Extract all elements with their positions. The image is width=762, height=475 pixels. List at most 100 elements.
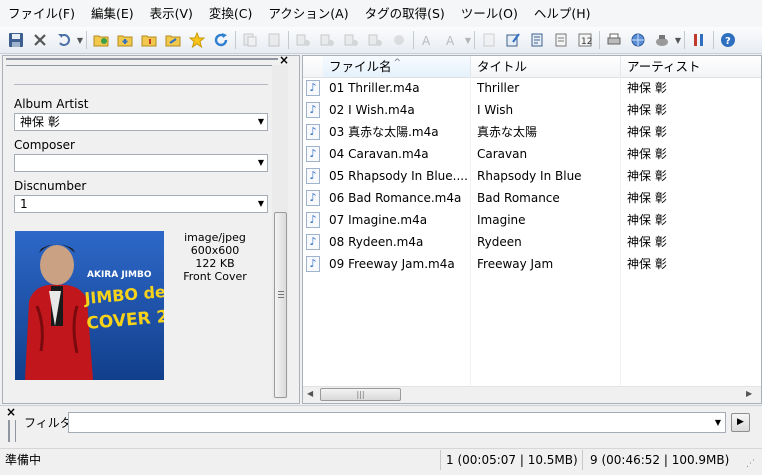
cover-artist-text: AKIRA JIMBO [87, 270, 152, 280]
tag-panel-close-icon[interactable]: × [279, 54, 289, 66]
tag-to-filename-icon[interactable] [293, 30, 313, 50]
chevron-down-icon[interactable]: ▼ [715, 413, 721, 432]
menu-tag-sources[interactable]: タグの取得(S) [357, 0, 453, 27]
table-row[interactable]: ♪ 01 Thriller.m4a Thriller 神保 彰 [303, 77, 755, 99]
settings-icon[interactable] [689, 30, 709, 50]
table-row[interactable]: ♪ 03 真赤な太陽.m4a 真赤な太陽 神保 彰 [303, 121, 755, 143]
delete-icon[interactable] [30, 30, 50, 50]
status-total: 9 (00:46:52 | 100.9MB) [590, 453, 730, 467]
svg-text:?: ? [725, 36, 731, 47]
tag-panel-scroll-thumb[interactable] [274, 212, 287, 398]
filter-apply-button[interactable]: ▶ [731, 413, 750, 432]
filter-close-icon[interactable]: × [6, 406, 16, 418]
column-header-filename[interactable]: ファイル名 ^ [323, 56, 471, 77]
cell-artist: 神保 彰 [627, 257, 667, 271]
cover-dimensions: 600x600 [190, 244, 240, 257]
cover-size: 122 KB [195, 257, 235, 270]
file-list[interactable]: ファイル名 ^ タイトル アーティスト ♪ 01 Thriller.m4a Thril… [302, 55, 762, 404]
filename-to-tag-icon[interactable] [317, 30, 337, 50]
text-format-icon[interactable]: A [442, 30, 462, 50]
export-icon[interactable] [163, 30, 183, 50]
chevron-down-icon[interactable]: ▼ [258, 155, 264, 171]
table-row[interactable]: ♪ 09 Freeway Jam.m4a Freeway Jam 神保 彰 [303, 253, 755, 275]
table-row[interactable]: ♪ 08 Rydeen.m4a Rydeen 神保 彰 [303, 231, 755, 253]
print-icon[interactable] [604, 30, 624, 50]
table-row[interactable]: ♪ 06 Bad Romance.m4a Bad Romance 神保 彰 [303, 187, 755, 209]
scroll-right-icon[interactable]: ▶ [746, 389, 752, 398]
toolbar-separator [235, 31, 236, 49]
help-icon[interactable]: ? [718, 30, 738, 50]
music-file-icon: ♪ [306, 190, 320, 206]
field-label-composer: Composer [14, 138, 75, 152]
cover-info: image/jpeg 600x600 122 KB Front Cover [168, 231, 262, 283]
tag-panel-icon[interactable] [503, 30, 523, 50]
tools-icon[interactable] [652, 30, 672, 50]
menu-view[interactable]: 表示(V) [142, 0, 201, 27]
scroll-left-icon[interactable]: ◀ [307, 389, 313, 398]
cell-artist: 神保 彰 [627, 125, 667, 139]
menu-edit[interactable]: 編集(E) [83, 0, 142, 27]
chevron-down-icon[interactable]: ▼ [258, 114, 264, 130]
filter-grip[interactable] [8, 420, 16, 442]
undo-dropdown-icon[interactable]: ▼ [76, 36, 84, 45]
tag-to-tag-icon[interactable] [389, 30, 409, 50]
discnumber-combo[interactable]: 1 ▼ [14, 195, 268, 213]
cell-title: 真赤な太陽 [477, 125, 538, 139]
tag-panel-grip[interactable] [6, 58, 278, 66]
menu-help[interactable]: ヘルプ(H) [526, 0, 599, 27]
list-header: ファイル名 ^ タイトル アーティスト [303, 56, 761, 78]
column-header-artist-label: アーティスト [627, 59, 701, 74]
add-folder-icon[interactable] [115, 30, 135, 50]
numbering-icon[interactable]: 12 [575, 30, 595, 50]
save-icon[interactable] [6, 30, 26, 50]
composer-combo[interactable]: ▼ [14, 154, 268, 172]
undo-icon[interactable] [54, 30, 74, 50]
menu-file[interactable]: ファイル(F) [0, 0, 83, 27]
web-icon[interactable] [628, 30, 648, 50]
music-file-icon: ♪ [306, 102, 320, 118]
copy-tag-icon[interactable] [240, 30, 260, 50]
horizontal-scroll-thumb[interactable]: ||| [320, 388, 401, 401]
list-rows: ♪ 01 Thriller.m4a Thriller 神保 彰 ♪ 02 I Wish.m… [303, 77, 761, 385]
table-row[interactable]: ♪ 05 Rhapsody In Blue.... Rhapsody In Blue… [303, 165, 755, 187]
field-label-album-artist: Album Artist [14, 97, 89, 111]
menu-convert[interactable]: 変換(C) [201, 0, 260, 27]
playlist-icon[interactable] [139, 30, 159, 50]
music-file-icon: ♪ [306, 234, 320, 250]
case-conversion-icon[interactable]: A [418, 30, 438, 50]
menu-tools[interactable]: ツール(O) [453, 0, 526, 27]
menu-action[interactable]: アクション(A) [260, 0, 356, 27]
column-header-title[interactable]: タイトル [471, 56, 621, 77]
cover-art[interactable]: AKIRA JIMBO JIMBO de COVER 2 [15, 231, 164, 380]
toolbar-separator [86, 31, 87, 49]
favorite-icon[interactable] [187, 30, 207, 50]
column-header-artist[interactable]: アーティスト [621, 56, 761, 77]
filter-input[interactable]: ▼ [68, 412, 726, 433]
toolbar-separator [288, 31, 289, 49]
export-list-icon[interactable] [527, 30, 547, 50]
table-row[interactable]: ♪ 04 Caravan.m4a Caravan 神保 彰 [303, 143, 755, 165]
refresh-icon[interactable] [211, 30, 231, 50]
report-icon[interactable] [551, 30, 571, 50]
cover-mime: image/jpeg [184, 231, 246, 244]
status-selection: 1 (00:05:07 | 10.5MB) [446, 453, 578, 467]
filename-to-filename-icon[interactable] [341, 30, 361, 50]
svg-text:12: 12 [581, 37, 592, 47]
tools-dropdown-icon[interactable]: ▼ [674, 36, 682, 45]
text-file-to-tag-icon[interactable] [365, 30, 385, 50]
album-artist-value: 神保 彰 [20, 115, 60, 129]
resize-grip-icon[interactable]: ⋰ [746, 458, 758, 470]
cover-type: Front Cover [183, 270, 247, 283]
edit-icon[interactable] [479, 30, 499, 50]
cell-filename: 02 I Wish.m4a [329, 103, 415, 117]
open-folder-icon[interactable] [91, 30, 111, 50]
cell-title: Rhapsody In Blue [477, 169, 582, 183]
paste-tag-icon[interactable] [264, 30, 284, 50]
chevron-down-icon[interactable]: ▼ [258, 196, 264, 212]
sort-ascending-icon: ^ [393, 58, 402, 68]
table-row[interactable]: ♪ 02 I Wish.m4a I Wish 神保 彰 [303, 99, 755, 121]
table-row[interactable]: ♪ 07 Imagine.m4a Imagine 神保 彰 [303, 209, 755, 231]
cell-filename: 03 真赤な太陽.m4a [329, 125, 439, 139]
album-artist-combo[interactable]: 神保 彰 ▼ [14, 113, 268, 131]
format-dropdown-icon[interactable]: ▼ [464, 36, 472, 45]
